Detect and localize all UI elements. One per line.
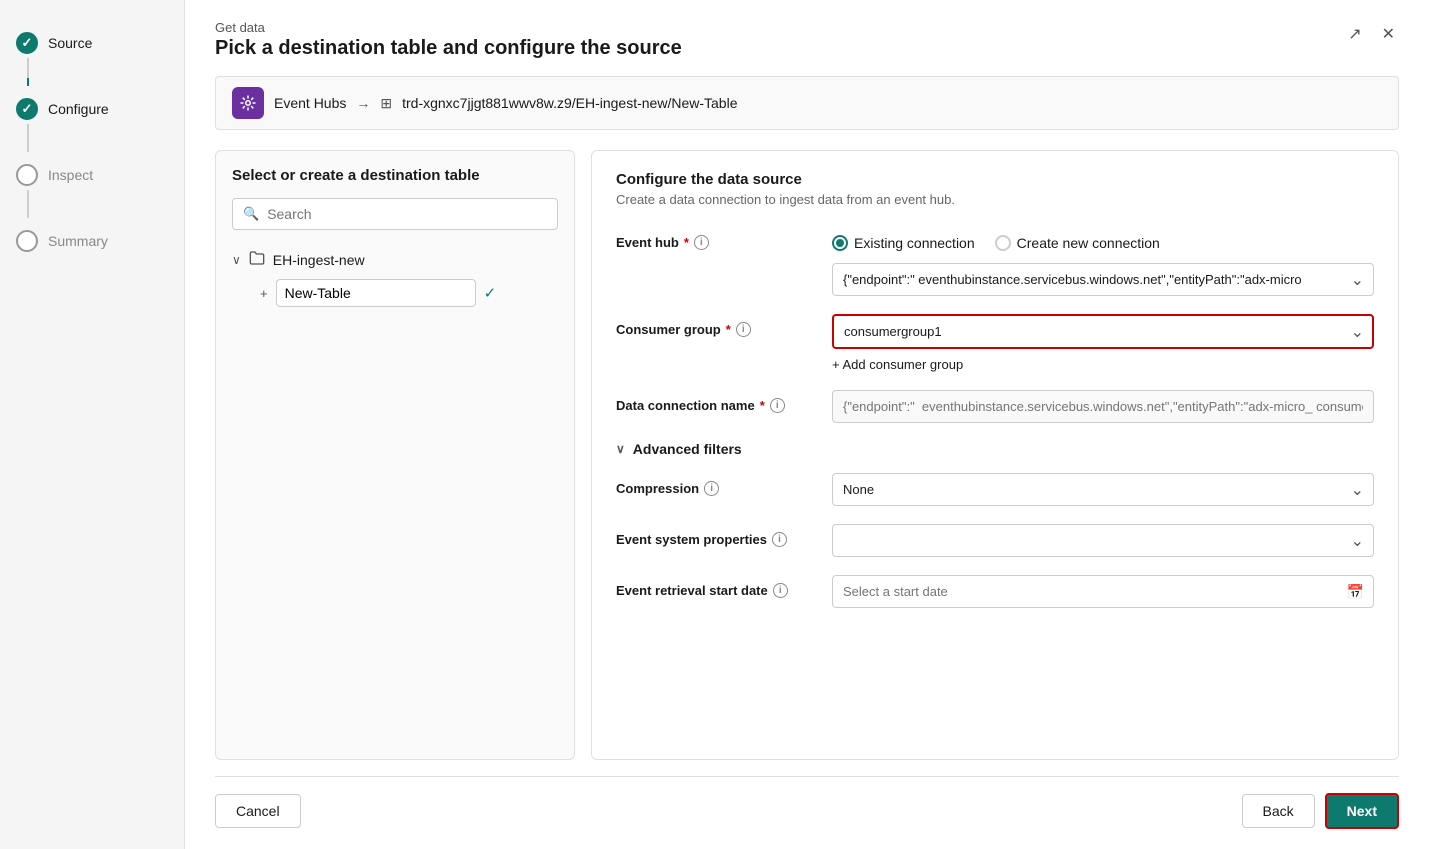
event-retrieval-control: 📅	[832, 575, 1374, 608]
compression-row: Compression i None	[616, 473, 1374, 506]
left-panel: Select or create a destination table 🔍 ∨…	[215, 150, 575, 760]
step-circle-configure: ✓	[16, 98, 38, 120]
consumer-group-info[interactable]: i	[736, 322, 751, 337]
footer-right: Back Next	[1242, 793, 1399, 829]
radio-circle-create	[995, 235, 1011, 251]
step-circle-summary	[16, 230, 38, 252]
event-system-properties-select[interactable]	[832, 524, 1374, 557]
get-data-label: Get data	[215, 20, 682, 35]
sidebar-item-summary[interactable]: Summary	[0, 218, 184, 264]
radio-group: Existing connection Create new connectio…	[832, 227, 1374, 251]
check-icon: ✓	[484, 284, 497, 302]
event-hub-label: Event hub * i	[616, 227, 816, 250]
breadcrumb-bar: Event Hubs → ⊞ trd-xgnxc7jjgt881wwv8w.z9…	[215, 76, 1399, 130]
data-connection-name-info[interactable]: i	[770, 398, 785, 413]
advanced-filters-label: Advanced filters	[633, 441, 742, 457]
expand-icon[interactable]: ↗	[1344, 20, 1365, 48]
folder-name: EH-ingest-new	[273, 252, 365, 268]
existing-connection-radio[interactable]: Existing connection	[832, 235, 975, 251]
panels: Select or create a destination table 🔍 ∨…	[215, 150, 1399, 760]
event-hub-icon	[232, 87, 264, 119]
event-system-properties-row: Event system properties i	[616, 524, 1374, 557]
consumer-group-row: Consumer group * i consumergroup1 + Add …	[616, 314, 1374, 372]
back-button[interactable]: Back	[1242, 794, 1315, 828]
event-retrieval-label: Event retrieval start date i	[616, 575, 816, 598]
event-hub-info[interactable]: i	[694, 235, 709, 250]
event-hub-row: Event hub * i Existing connection	[616, 227, 1374, 296]
breadcrumb-arrow: →	[356, 95, 370, 111]
consumer-group-control: consumergroup1 + Add consumer group	[832, 314, 1374, 372]
table-icon: ⊞	[380, 95, 392, 112]
consumer-group-select[interactable]: consumergroup1	[832, 314, 1374, 349]
data-connection-name-control	[832, 390, 1374, 423]
close-icon[interactable]: ✕	[1378, 20, 1399, 48]
event-retrieval-row: Event retrieval start date i 📅	[616, 575, 1374, 608]
step-circle-inspect	[16, 164, 38, 186]
event-system-properties-label: Event system properties i	[616, 524, 816, 547]
right-panel: Configure the data source Create a data …	[591, 150, 1399, 760]
cancel-button[interactable]: Cancel	[215, 794, 301, 828]
search-input[interactable]	[267, 206, 547, 222]
event-system-properties-info[interactable]: i	[772, 532, 787, 547]
table-name-input[interactable]	[276, 279, 476, 307]
sidebar-label-summary: Summary	[48, 233, 108, 249]
date-input[interactable]	[832, 575, 1374, 608]
event-retrieval-info[interactable]: i	[773, 583, 788, 598]
data-connection-name-input[interactable]	[832, 390, 1374, 423]
sidebar-item-inspect[interactable]: Inspect	[0, 152, 184, 198]
compression-select[interactable]: None	[832, 473, 1374, 506]
add-consumer-group[interactable]: + Add consumer group	[832, 357, 1374, 372]
sidebar-label-configure: Configure	[48, 101, 109, 117]
compression-label: Compression i	[616, 473, 816, 496]
advanced-filters-header[interactable]: ∨ Advanced filters	[616, 441, 1374, 457]
sidebar-item-configure[interactable]: ✓ Configure	[0, 86, 184, 132]
event-system-properties-control	[832, 524, 1374, 557]
consumer-group-label: Consumer group * i	[616, 314, 816, 337]
consumer-group-select-wrapper: consumergroup1	[832, 314, 1374, 349]
search-box[interactable]: 🔍	[232, 198, 558, 230]
footer-left: Cancel	[215, 794, 301, 828]
tree-child-item: + ✓	[260, 275, 558, 311]
plus-icon[interactable]: +	[260, 286, 268, 301]
connection-select[interactable]: {"endpoint":" eventhubinstance.servicebu…	[832, 263, 1374, 296]
tree-chevron[interactable]: ∨	[232, 253, 241, 267]
radio-circle-existing	[832, 235, 848, 251]
header-icons: ↗ ✕	[1344, 20, 1399, 48]
sidebar: ✓ Source ✓ Configure Inspect Summary	[0, 0, 185, 849]
data-connection-name-label: Data connection name * i	[616, 390, 816, 413]
compression-select-wrapper: None	[832, 473, 1374, 506]
footer: Cancel Back Next	[215, 776, 1399, 829]
right-panel-title: Configure the data source	[616, 171, 1374, 188]
breadcrumb-event-hub: Event Hubs	[274, 95, 346, 111]
compression-control: None	[832, 473, 1374, 506]
connection-select-wrapper: {"endpoint":" eventhubinstance.servicebu…	[832, 263, 1374, 296]
sidebar-label-source: Source	[48, 35, 92, 51]
folder-icon	[249, 250, 265, 269]
left-panel-title: Select or create a destination table	[232, 167, 558, 184]
existing-connection-label: Existing connection	[854, 235, 975, 251]
header-title-block: Get data Pick a destination table and co…	[215, 20, 682, 60]
next-button[interactable]: Next	[1325, 793, 1399, 829]
breadcrumb-path: trd-xgnxc7jjgt881wwv8w.z9/EH-ingest-new/…	[402, 95, 737, 111]
step-circle-source: ✓	[16, 32, 38, 54]
data-connection-name-row: Data connection name * i	[616, 390, 1374, 423]
page-title: Pick a destination table and configure t…	[215, 37, 682, 60]
compression-info[interactable]: i	[704, 481, 719, 496]
create-connection-label: Create new connection	[1017, 235, 1160, 251]
tree-folder-item: ∨ EH-ingest-new	[232, 244, 558, 275]
advanced-filters-chevron: ∨	[616, 442, 625, 456]
main-content: Get data Pick a destination table and co…	[185, 0, 1429, 849]
right-panel-subtitle: Create a data connection to ingest data …	[616, 192, 1374, 207]
create-connection-radio[interactable]: Create new connection	[995, 235, 1160, 251]
event-hub-control: Existing connection Create new connectio…	[832, 227, 1374, 296]
search-icon: 🔍	[243, 206, 259, 222]
event-system-properties-wrapper	[832, 524, 1374, 557]
header: Get data Pick a destination table and co…	[215, 20, 1399, 60]
sidebar-item-source[interactable]: ✓ Source	[0, 20, 184, 66]
date-input-wrapper: 📅	[832, 575, 1374, 608]
sidebar-label-inspect: Inspect	[48, 167, 93, 183]
